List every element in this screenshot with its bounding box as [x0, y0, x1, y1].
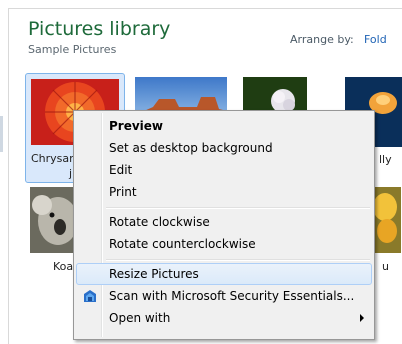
- menu-item-rotate-counterclockwise[interactable]: Rotate counterclockwise: [76, 233, 372, 255]
- menu-item-print[interactable]: Print: [76, 181, 372, 203]
- menu-separator: [106, 207, 370, 209]
- library-subtitle: Sample Pictures: [28, 43, 117, 56]
- explorer-window: Pictures library Sample Pictures Arrange…: [0, 0, 402, 344]
- menu-item-label: Preview: [109, 119, 164, 133]
- menu-item-label: Rotate counterclockwise: [109, 237, 256, 251]
- menu-item-rotate-clockwise[interactable]: Rotate clockwise: [76, 211, 372, 233]
- menu-item-label: Resize Pictures: [109, 267, 199, 281]
- menu-item-label: Print: [109, 185, 137, 199]
- menu-item-resize-pictures[interactable]: Resize Pictures: [76, 263, 372, 285]
- thumbnail-caption: Chrysan: [31, 152, 77, 165]
- submenu-arrow-icon: [360, 314, 364, 322]
- nav-pane-edge[interactable]: [0, 116, 3, 152]
- thumbnail-caption: lly: [379, 153, 392, 166]
- menu-item-preview[interactable]: Preview: [76, 115, 372, 137]
- menu-item-scan-security-essentials[interactable]: Scan with Microsoft Security Essentials.…: [76, 285, 372, 307]
- menu-item-label: Scan with Microsoft Security Essentials.…: [109, 289, 355, 303]
- menu-item-label: Set as desktop background: [109, 141, 273, 155]
- arrange-by-label: Arrange by:: [290, 33, 354, 46]
- menu-item-label: Edit: [109, 163, 133, 177]
- menu-item-edit[interactable]: Edit: [76, 159, 372, 181]
- context-menu: Preview Set as desktop background Edit P…: [73, 110, 375, 340]
- security-essentials-icon: [84, 290, 96, 302]
- arrange-by-dropdown[interactable]: Fold: [364, 33, 387, 46]
- menu-item-label: Open with: [109, 311, 171, 325]
- thumbnail-caption: Koa: [53, 260, 74, 273]
- menu-separator: [106, 259, 370, 261]
- thumbnail-caption: u: [382, 260, 389, 273]
- library-title: Pictures library: [28, 18, 171, 40]
- menu-item-label: Rotate clockwise: [109, 215, 210, 229]
- menu-item-set-desktop-background[interactable]: Set as desktop background: [76, 137, 372, 159]
- menu-item-open-with[interactable]: Open with: [76, 307, 372, 329]
